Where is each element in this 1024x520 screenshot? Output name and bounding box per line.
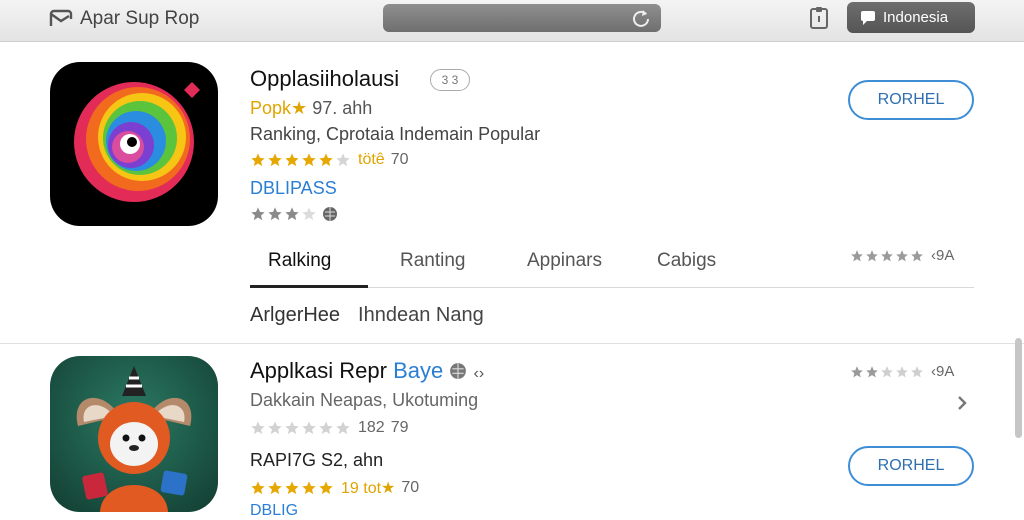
reload-icon[interactable] [631,8,651,28]
mail-icon[interactable] [48,8,74,30]
fox-character-icon [76,366,192,512]
app-subtitle: Dakkain Neapas, Ukotuming [250,390,479,410]
app-title[interactable]: Opplasiiholausi [250,66,399,92]
app-link[interactable]: DBLIPASS [250,178,337,199]
app-rating: 19 tot★ 70 [250,478,419,498]
star-icon [910,365,924,379]
star-icon [318,480,334,496]
subtitle-text: 97. ahh [312,98,373,118]
star-icon [318,152,334,168]
star-icon [318,420,334,436]
rating-count: 70 [401,479,420,496]
rating-text: 182 [358,419,385,436]
navigation-arrows[interactable]: ‹› [473,365,484,382]
price-line: RAPI7G S2, ahn [250,450,384,470]
star-icon [335,152,351,168]
tab-ranting[interactable]: Ranting [400,250,466,272]
tab-rating-text: ‹9A [931,247,955,264]
app-title-text: Apar Sup Rop [80,8,200,29]
search-bar[interactable] [383,4,661,32]
app-secondary-rating [250,206,339,222]
star-icon [267,152,283,168]
section-label-primary: ArlgerHee [250,304,341,326]
app-title: Apar Sup Rop [48,8,199,30]
rating-text: 19 tot★ [341,480,396,497]
get-button[interactable]: RORHEL [848,446,974,486]
top-bar: Apar Sup Rop Indonesia [0,0,1024,42]
tab-appinars[interactable]: Appinars [527,250,602,272]
star-icon [880,365,894,379]
tab-rating: ‹9A [850,247,954,264]
region-button[interactable]: Indonesia [847,2,975,33]
app-icon-swirl[interactable] [50,62,218,226]
subtitle-highlight: Popk★ [250,98,308,118]
star-icon [301,420,317,436]
star-icon [895,249,909,263]
star-icon [267,480,283,496]
star-icon [301,152,317,168]
speech-bubble-icon [861,10,875,25]
app-rating-gray: 182 79 [250,419,409,437]
star-icon [865,365,879,379]
category-line: Ranking, Cprotaia Indemain Popular [250,124,541,144]
get-button[interactable]: RORHEL [848,80,974,120]
star-icon [250,206,266,222]
app-side-rating: ‹9A [850,363,954,380]
star-icon [250,480,266,496]
tab-ranking[interactable]: Ralking [268,250,331,272]
region-label: Indonesia [883,9,949,26]
star-icon [301,206,317,222]
clipboard-icon[interactable] [807,6,831,30]
app-icon-character[interactable] [50,356,218,512]
star-icon [284,152,300,168]
star-icon [267,420,283,436]
app-title[interactable]: Applkasi Repr Baye ‹› [250,358,484,384]
star-icon [910,249,924,263]
rating-count: 79 [390,419,409,436]
star-icon [250,420,266,436]
rating-count: 70 [390,151,409,168]
star-icon [880,249,894,263]
scrollbar[interactable] [1015,338,1022,438]
app-title-main: Applkasi Repr [250,358,387,383]
app-title-highlight: Baye [393,358,444,383]
side-rating-text: ‹9A [931,363,955,380]
version-badge: 3 3 [430,69,470,91]
globe-icon [323,207,337,221]
app-rating: tötê 70 [250,151,408,169]
star-icon [267,206,283,222]
star-icon [284,480,300,496]
star-icon [335,420,351,436]
star-icon [284,420,300,436]
star-icon [865,249,879,263]
star-icon [250,152,266,168]
active-tab-indicator [250,285,368,288]
globe-icon [450,363,467,379]
star-icon [850,249,864,263]
star-icon [301,480,317,496]
chevron-right-icon[interactable] [955,394,969,412]
swirl-logo-icon [74,82,200,202]
divider [0,343,1024,344]
app-link[interactable]: DBLIG [250,502,298,520]
star-icon [284,206,300,222]
tab-cabigs[interactable]: Cabigs [657,250,716,272]
section-label: ArlgerHee Ihndean Nang [250,304,484,327]
section-label-secondary: Ihndean Nang [358,304,484,326]
app-subtitle: Popk★ 97. ahh [250,98,372,119]
star-icon [895,365,909,379]
star-icon [850,365,864,379]
rating-text: tötê [358,151,385,168]
